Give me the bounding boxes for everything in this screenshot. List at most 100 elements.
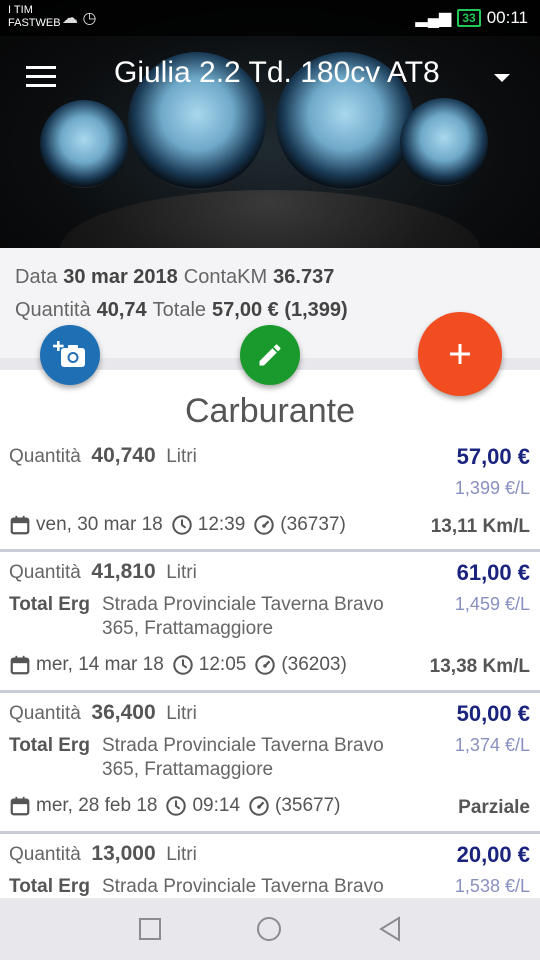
qty-label: Quantità bbox=[15, 299, 91, 321]
unit-label: Litri bbox=[166, 446, 197, 467]
station-brand: Total Erg bbox=[9, 876, 90, 897]
signal-icon: ▂▄▆ bbox=[415, 10, 452, 27]
qty-label: Quantità bbox=[9, 703, 81, 724]
calendar-icon bbox=[10, 655, 30, 675]
station-address: Strada Provinciale Taverna Bravo bbox=[102, 594, 384, 615]
status-bar: I TIM FASTWEB ☁ ◷ ▂▄▆ 33 00:11 bbox=[0, 0, 540, 36]
qty-label: Quantità bbox=[9, 446, 81, 467]
station-address: Strada Provinciale Taverna Bravo bbox=[102, 876, 384, 897]
gauge-decoration bbox=[400, 98, 488, 186]
clock-icon bbox=[172, 515, 192, 535]
back-icon[interactable] bbox=[377, 916, 403, 942]
menu-icon[interactable] bbox=[26, 66, 58, 90]
qty-value: 13,000 bbox=[91, 842, 156, 865]
partial-label: Parziale bbox=[458, 797, 530, 818]
price-per-unit: 1,399 €/L bbox=[454, 478, 530, 498]
speedometer-icon bbox=[255, 655, 276, 675]
list-item[interactable]: Quantità 41,810 Litri 61,00 € Total Erg S… bbox=[0, 552, 540, 693]
station-line: Total Erg Strada Provinciale Taverna Brav… bbox=[9, 876, 384, 898]
caret-down-icon[interactable] bbox=[494, 74, 510, 82]
total-value: 57,00 € (1,399) bbox=[212, 299, 348, 321]
meta-row: ven, 30 mar 18 12:39 (36737) bbox=[9, 514, 346, 536]
section-title: Carburante bbox=[184, 392, 356, 430]
station-brand: Total Erg bbox=[9, 735, 90, 756]
speedometer-icon bbox=[249, 796, 269, 816]
odometer-text: (36203) bbox=[281, 654, 347, 675]
calendar-icon bbox=[10, 515, 30, 535]
consumption-value: 13,11 Km/L bbox=[430, 516, 530, 537]
price-value: 61,00 € bbox=[456, 560, 530, 585]
price-value: 57,00 € bbox=[456, 444, 530, 469]
price-per-unit: 1,538 €/L bbox=[454, 876, 530, 896]
date-text: mer, 14 mar 18 bbox=[36, 654, 164, 675]
km-label: ContaKM bbox=[183, 266, 268, 288]
station-brand: Total Erg bbox=[9, 594, 90, 615]
gauge-decoration bbox=[40, 100, 128, 188]
vehicle-title[interactable]: Giulia 2.2 Td. 180cv AT8 bbox=[114, 56, 440, 90]
add-photo-icon bbox=[53, 341, 85, 367]
system-icons: ▂▄▆ 33 00:11 bbox=[415, 8, 528, 28]
plus-icon bbox=[450, 344, 470, 364]
time-text: 09:14 bbox=[192, 795, 241, 816]
speedometer-icon bbox=[254, 515, 275, 535]
qty-line: Quantità 36,400 Litri bbox=[9, 701, 197, 725]
odometer-text: (35677) bbox=[275, 795, 341, 816]
list-item[interactable]: Quantità 13,000 Litri 20,00 € Total Erg S… bbox=[0, 834, 540, 898]
date-text: mer, 28 feb 18 bbox=[36, 795, 158, 816]
qty-label: Quantità bbox=[9, 844, 81, 865]
carrier-line: I TIM bbox=[8, 4, 33, 16]
time-text: 12:39 bbox=[197, 514, 246, 535]
meta-row: mer, 28 feb 18 09:14 (35677) bbox=[9, 795, 341, 817]
notification-icons: ☁ ◷ bbox=[62, 10, 97, 27]
system-nav-bar bbox=[0, 898, 540, 960]
qty-line: Quantità 13,000 Litri bbox=[9, 842, 197, 866]
station-line: Total Erg Strada Provinciale Taverna Brav… bbox=[9, 594, 384, 616]
add-button[interactable] bbox=[418, 312, 502, 396]
battery-icon: 33 bbox=[457, 9, 481, 27]
qty-value: 40,740 bbox=[91, 444, 156, 467]
consumption-value: 13,38 Km/L bbox=[429, 656, 530, 677]
clock-text: 00:11 bbox=[486, 8, 528, 27]
edit-button[interactable] bbox=[240, 325, 300, 385]
summary-row-date: Data 30 mar 2018 ContaKM 36.737 bbox=[15, 266, 525, 289]
steering-wheel-decoration bbox=[60, 190, 480, 248]
clock-icon bbox=[173, 655, 193, 675]
time-text: 12:05 bbox=[198, 654, 247, 675]
unit-label: Litri bbox=[166, 562, 197, 583]
total-label: Totale bbox=[152, 299, 207, 321]
price-value: 50,00 € bbox=[456, 701, 530, 726]
station-address: Strada Provinciale Taverna Bravo bbox=[102, 735, 384, 756]
pencil-icon bbox=[259, 344, 281, 366]
calendar-icon bbox=[10, 796, 30, 816]
qty-value: 40,74 bbox=[96, 299, 147, 321]
qty-value: 36,400 bbox=[91, 701, 156, 724]
clock-icon bbox=[166, 796, 187, 816]
qty-line: Quantità 40,740 Litri bbox=[9, 444, 197, 468]
odometer-text: (36737) bbox=[280, 514, 346, 535]
station-address: 365, Frattamaggiore bbox=[102, 759, 274, 780]
carrier-text: I TIM FASTWEB bbox=[8, 4, 61, 30]
unit-label: Litri bbox=[166, 703, 197, 724]
recents-icon[interactable] bbox=[137, 916, 163, 942]
qty-label: Quantità bbox=[9, 562, 81, 583]
qty-line: Quantità 41,810 Litri bbox=[9, 560, 197, 584]
list-item[interactable]: Quantità 40,740 Litri 57,00 € 1,399 €/L … bbox=[0, 436, 540, 552]
qty-value: 41,810 bbox=[91, 560, 156, 583]
unit-label: Litri bbox=[166, 844, 197, 865]
station-line: Total Erg Strada Provinciale Taverna Brav… bbox=[9, 735, 384, 757]
list-item[interactable]: Quantità 36,400 Litri 50,00 € Total Erg S… bbox=[0, 693, 540, 834]
fuel-list[interactable]: Carburante Quantità 40,740 Litri 57,00 €… bbox=[0, 370, 540, 898]
date-value: 30 mar 2018 bbox=[63, 266, 178, 288]
price-value: 20,00 € bbox=[456, 842, 530, 867]
date-text: ven, 30 mar 18 bbox=[36, 514, 163, 535]
date-label: Data bbox=[15, 266, 58, 288]
carrier-line: FASTWEB bbox=[8, 17, 61, 29]
km-value: 36.737 bbox=[273, 266, 335, 288]
station-address: 365, Frattamaggiore bbox=[102, 618, 274, 639]
price-per-unit: 1,374 €/L bbox=[454, 735, 530, 755]
meta-row: mer, 14 mar 18 12:05 (36203) bbox=[9, 654, 347, 676]
add-photo-button[interactable] bbox=[40, 325, 100, 385]
header-image bbox=[0, 0, 540, 248]
price-per-unit: 1,459 €/L bbox=[454, 594, 530, 614]
home-icon[interactable] bbox=[256, 916, 282, 942]
